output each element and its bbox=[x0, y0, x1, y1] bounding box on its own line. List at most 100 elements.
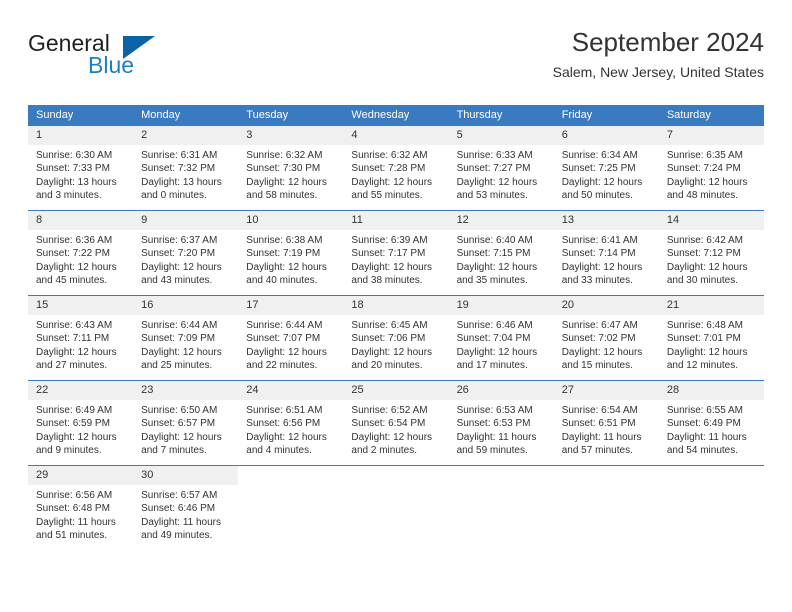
day-cell[interactable]: 3 Sunrise: 6:32 AM Sunset: 7:30 PM Dayli… bbox=[238, 126, 344, 211]
sunset-text: Sunset: 7:01 PM bbox=[666, 333, 741, 345]
sunrise-text: Sunrise: 6:44 AM bbox=[246, 320, 323, 331]
day-cell[interactable]: 6 Sunrise: 6:34 AM Sunset: 7:25 PM Dayli… bbox=[553, 126, 659, 211]
day-cell[interactable]: 1 Sunrise: 6:30 AM Sunset: 7:33 PM Dayli… bbox=[28, 126, 134, 211]
daylight-text-line2: and 20 minutes. bbox=[351, 360, 423, 372]
sunset-text: Sunset: 7:22 PM bbox=[36, 248, 110, 260]
day-cell[interactable]: 23 Sunrise: 6:50 AM Sunset: 6:57 PM Dayl… bbox=[133, 380, 239, 466]
daylight-text-line1: Daylight: 13 hours bbox=[36, 176, 117, 188]
day-cell[interactable]: 10 Sunrise: 6:38 AM Sunset: 7:19 PM Dayl… bbox=[238, 210, 344, 296]
day-cell[interactable]: 8 Sunrise: 6:36 AM Sunset: 7:22 PM Dayli… bbox=[28, 210, 134, 296]
sunrise-text: Sunrise: 6:43 AM bbox=[36, 320, 113, 331]
sunset-text: Sunset: 7:17 PM bbox=[351, 248, 426, 260]
sunset-text: Sunset: 7:15 PM bbox=[456, 248, 531, 260]
day-details: Sunrise: 6:44 AM Sunset: 7:07 PM Dayligh… bbox=[238, 315, 343, 373]
daylight-text-line1: Daylight: 12 hours bbox=[36, 261, 117, 273]
daylight-text-line2: and 33 minutes. bbox=[561, 275, 633, 287]
day-number: 18 bbox=[343, 296, 449, 315]
sunrise-text: Sunrise: 6:32 AM bbox=[351, 150, 428, 161]
day-cell[interactable]: 5 Sunrise: 6:33 AM Sunset: 7:27 PM Dayli… bbox=[448, 126, 554, 211]
daylight-text-line2: and 25 minutes. bbox=[141, 360, 213, 372]
day-cell[interactable]: 21 Sunrise: 6:48 AM Sunset: 7:01 PM Dayl… bbox=[658, 295, 764, 381]
day-cell[interactable]: 20 Sunrise: 6:47 AM Sunset: 7:02 PM Dayl… bbox=[553, 295, 659, 381]
day-number bbox=[343, 466, 449, 485]
day-cell[interactable]: 17 Sunrise: 6:44 AM Sunset: 7:07 PM Dayl… bbox=[238, 295, 344, 381]
daylight-text-line1: Daylight: 12 hours bbox=[351, 431, 433, 443]
day-cell[interactable]: 27 Sunrise: 6:54 AM Sunset: 6:51 PM Dayl… bbox=[553, 380, 659, 466]
day-number: 4 bbox=[343, 126, 449, 145]
day-number: 11 bbox=[343, 211, 449, 230]
day-number: 8 bbox=[28, 211, 134, 230]
weekday-header-friday: Friday bbox=[553, 105, 659, 126]
daylight-text-line1: Daylight: 12 hours bbox=[666, 261, 748, 273]
day-cell[interactable]: 14 Sunrise: 6:42 AM Sunset: 7:12 PM Dayl… bbox=[658, 210, 764, 296]
day-number bbox=[238, 466, 344, 485]
daylight-text-line2: and 15 minutes. bbox=[561, 360, 633, 372]
day-cell[interactable]: 26 Sunrise: 6:53 AM Sunset: 6:53 PM Dayl… bbox=[448, 380, 554, 466]
day-cell[interactable]: 24 Sunrise: 6:51 AM Sunset: 6:56 PM Dayl… bbox=[238, 380, 344, 466]
day-cell[interactable]: 22 Sunrise: 6:49 AM Sunset: 6:59 PM Dayl… bbox=[28, 380, 134, 466]
weekday-header-thursday: Thursday bbox=[448, 105, 554, 126]
sunset-text: Sunset: 6:57 PM bbox=[141, 418, 216, 430]
sunset-text: Sunset: 7:32 PM bbox=[141, 163, 216, 175]
day-cell[interactable]: 9 Sunrise: 6:37 AM Sunset: 7:20 PM Dayli… bbox=[133, 210, 239, 296]
sunset-text: Sunset: 7:11 PM bbox=[36, 333, 110, 345]
general-blue-logo[interactable]: General Blue bbox=[28, 30, 248, 86]
daylight-text-line2: and 58 minutes. bbox=[246, 190, 318, 202]
daylight-text-line2: and 53 minutes. bbox=[456, 190, 528, 202]
day-number: 25 bbox=[343, 381, 449, 400]
day-cell[interactable]: 15 Sunrise: 6:43 AM Sunset: 7:11 PM Dayl… bbox=[28, 295, 134, 381]
day-cell[interactable]: 28 Sunrise: 6:55 AM Sunset: 6:49 PM Dayl… bbox=[658, 380, 764, 466]
day-cell[interactable]: 16 Sunrise: 6:44 AM Sunset: 7:09 PM Dayl… bbox=[133, 295, 239, 381]
day-details: Sunrise: 6:30 AM Sunset: 7:33 PM Dayligh… bbox=[28, 145, 133, 203]
daylight-text-line1: Daylight: 13 hours bbox=[141, 176, 222, 188]
sunrise-text: Sunrise: 6:55 AM bbox=[666, 405, 743, 416]
sunset-text: Sunset: 7:33 PM bbox=[36, 163, 110, 175]
day-number: 3 bbox=[238, 126, 344, 145]
daylight-text-line1: Daylight: 12 hours bbox=[456, 261, 538, 273]
sunrise-text: Sunrise: 6:32 AM bbox=[246, 150, 323, 161]
day-cell-empty bbox=[238, 465, 344, 550]
day-details: Sunrise: 6:36 AM Sunset: 7:22 PM Dayligh… bbox=[28, 230, 133, 288]
day-cell[interactable]: 7 Sunrise: 6:35 AM Sunset: 7:24 PM Dayli… bbox=[658, 126, 764, 211]
daylight-text-line2: and 17 minutes. bbox=[456, 360, 528, 372]
day-details: Sunrise: 6:53 AM Sunset: 6:53 PM Dayligh… bbox=[449, 400, 554, 458]
day-cell[interactable]: 25 Sunrise: 6:52 AM Sunset: 6:54 PM Dayl… bbox=[343, 380, 449, 466]
daylight-text-line1: Daylight: 11 hours bbox=[141, 516, 221, 528]
daylight-text-line1: Daylight: 12 hours bbox=[666, 346, 748, 358]
day-cell[interactable]: 18 Sunrise: 6:45 AM Sunset: 7:06 PM Dayl… bbox=[343, 295, 449, 381]
day-cell[interactable]: 19 Sunrise: 6:46 AM Sunset: 7:04 PM Dayl… bbox=[448, 295, 554, 381]
day-details: Sunrise: 6:38 AM Sunset: 7:19 PM Dayligh… bbox=[238, 230, 343, 288]
sunset-text: Sunset: 6:59 PM bbox=[36, 418, 110, 430]
daylight-text-line1: Daylight: 12 hours bbox=[456, 346, 538, 358]
day-cell[interactable]: 12 Sunrise: 6:40 AM Sunset: 7:15 PM Dayl… bbox=[448, 210, 554, 296]
day-cell[interactable]: 13 Sunrise: 6:41 AM Sunset: 7:14 PM Dayl… bbox=[553, 210, 659, 296]
daylight-text-line2: and 3 minutes. bbox=[36, 190, 102, 202]
day-details: Sunrise: 6:51 AM Sunset: 6:56 PM Dayligh… bbox=[238, 400, 343, 458]
sunrise-text: Sunrise: 6:31 AM bbox=[141, 150, 218, 161]
weekday-header-wednesday: Wednesday bbox=[343, 105, 449, 126]
day-details: Sunrise: 6:41 AM Sunset: 7:14 PM Dayligh… bbox=[554, 230, 659, 288]
day-details: Sunrise: 6:34 AM Sunset: 7:25 PM Dayligh… bbox=[554, 145, 659, 203]
daylight-text-line2: and 2 minutes. bbox=[351, 445, 418, 457]
day-cell[interactable]: 30 Sunrise: 6:57 AM Sunset: 6:46 PM Dayl… bbox=[133, 465, 239, 550]
day-cell[interactable]: 2 Sunrise: 6:31 AM Sunset: 7:32 PM Dayli… bbox=[133, 126, 239, 211]
day-cell[interactable]: 4 Sunrise: 6:32 AM Sunset: 7:28 PM Dayli… bbox=[343, 126, 449, 211]
day-number: 26 bbox=[448, 381, 554, 400]
daylight-text-line2: and 35 minutes. bbox=[456, 275, 528, 287]
sunrise-text: Sunrise: 6:37 AM bbox=[141, 235, 218, 246]
day-cell[interactable]: 11 Sunrise: 6:39 AM Sunset: 7:17 PM Dayl… bbox=[343, 210, 449, 296]
calendar-page: General Blue September 2024 Salem, New J… bbox=[0, 0, 792, 612]
day-details: Sunrise: 6:42 AM Sunset: 7:12 PM Dayligh… bbox=[659, 230, 764, 288]
daylight-text-line1: Daylight: 12 hours bbox=[141, 431, 222, 443]
daylight-text-line2: and 50 minutes. bbox=[561, 190, 633, 202]
day-number: 7 bbox=[658, 126, 764, 145]
day-cell[interactable]: 29 Sunrise: 6:56 AM Sunset: 6:48 PM Dayl… bbox=[28, 465, 134, 550]
sunrise-text: Sunrise: 6:44 AM bbox=[141, 320, 218, 331]
sunrise-text: Sunrise: 6:39 AM bbox=[351, 235, 428, 246]
calendar-week-row: 8 Sunrise: 6:36 AM Sunset: 7:22 PM Dayli… bbox=[28, 210, 764, 296]
day-details: Sunrise: 6:52 AM Sunset: 6:54 PM Dayligh… bbox=[343, 400, 448, 458]
day-details: Sunrise: 6:33 AM Sunset: 7:27 PM Dayligh… bbox=[449, 145, 554, 203]
day-cell-empty bbox=[658, 465, 764, 550]
weekday-header-tuesday: Tuesday bbox=[238, 105, 344, 126]
sunrise-text: Sunrise: 6:51 AM bbox=[246, 405, 323, 416]
